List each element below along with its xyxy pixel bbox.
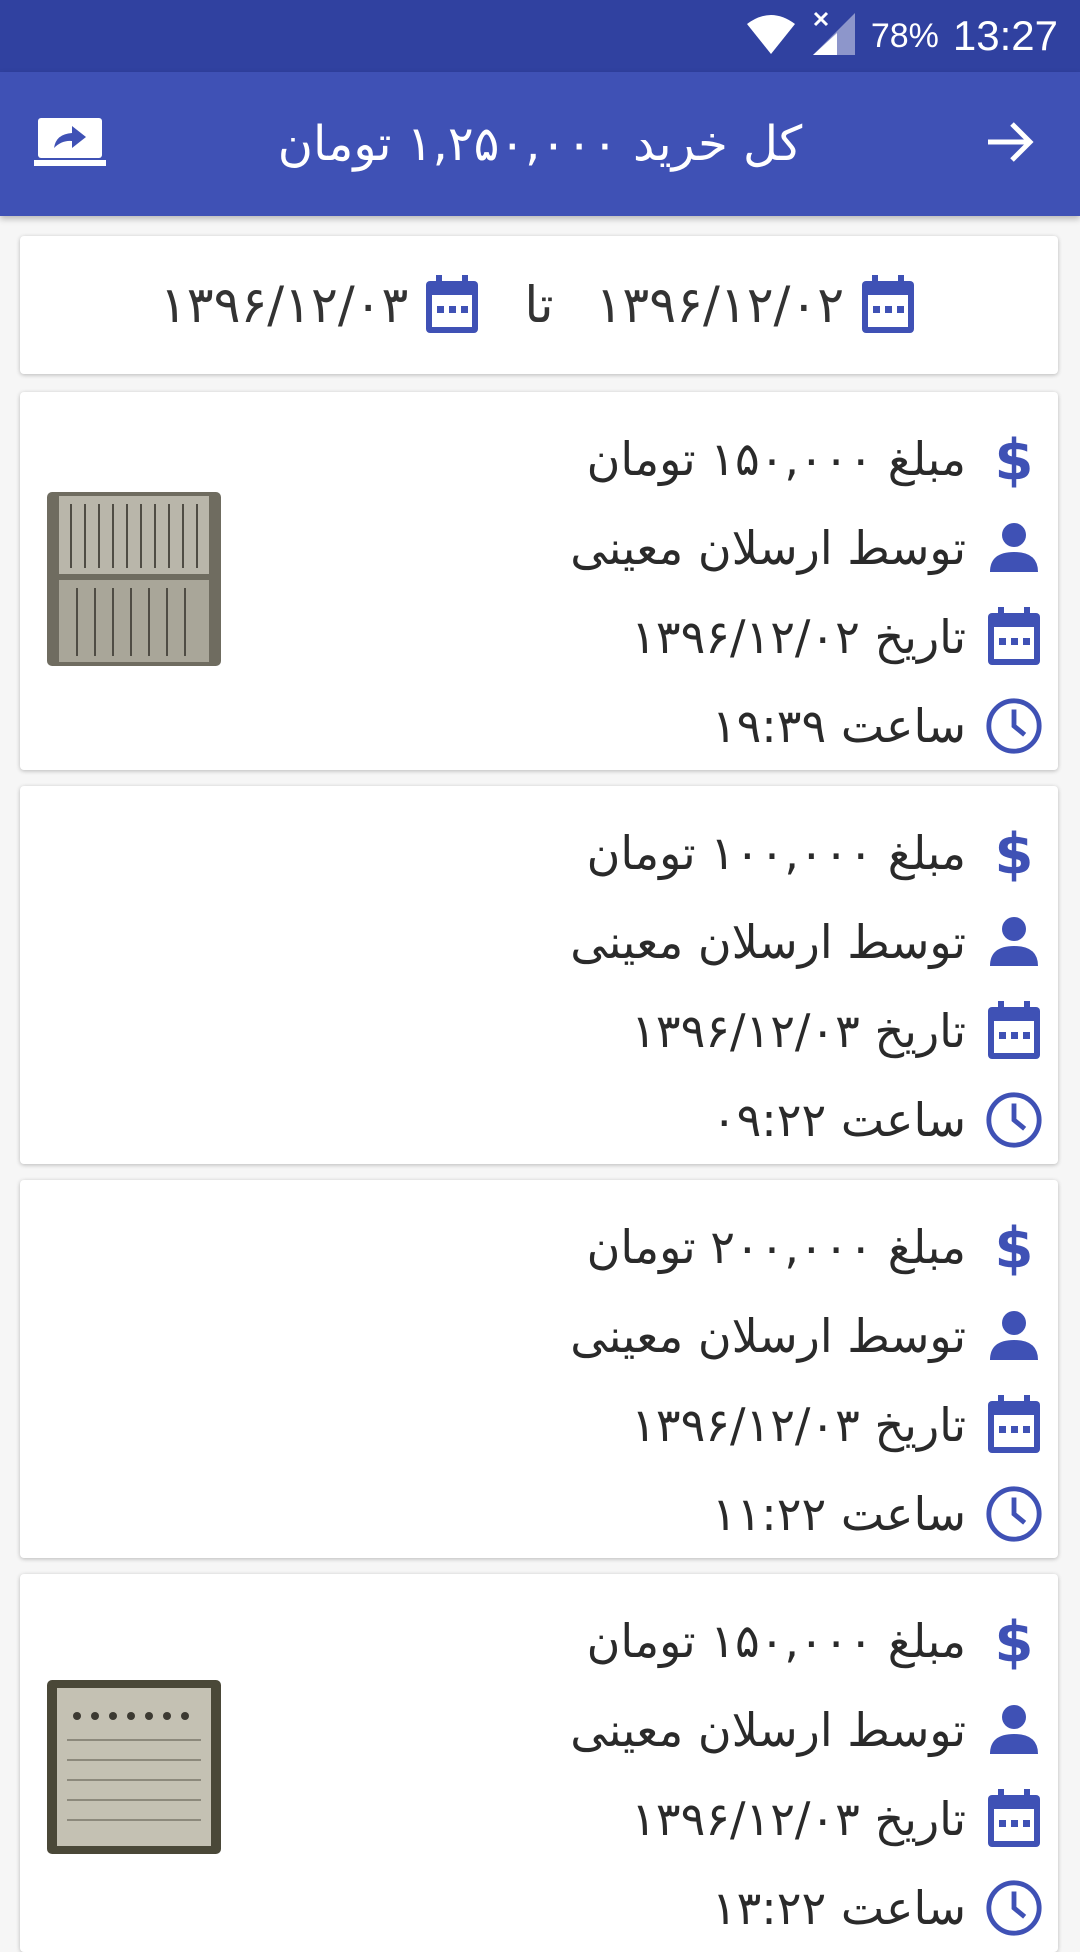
purchase-date: تاریخ ۱۳۹۶/۱۲/۰۳ bbox=[631, 1397, 966, 1452]
date-to: ۱۳۹۶/۱۲/۰۳ bbox=[159, 276, 409, 334]
purchase-amount: مبلغ ۱۰۰,۰۰۰ تومان bbox=[586, 825, 966, 880]
date-to-picker[interactable]: ۱۳۹۶/۱۲/۰۳ bbox=[160, 275, 483, 335]
battery-level: 78% bbox=[870, 16, 939, 55]
calendar-icon bbox=[984, 606, 1044, 667]
clock-icon bbox=[984, 696, 1044, 756]
purchase-buyer: توسط ارسلان معینی bbox=[570, 520, 966, 575]
purchase-date-row: تاریخ ۱۳۹۶/۱۲/۰۲ bbox=[570, 592, 1044, 681]
purchase-buyer: توسط ارسلان معینی bbox=[570, 914, 966, 969]
dollar-icon: $ bbox=[984, 1611, 1044, 1671]
purchase-card[interactable]: $ مبلغ ۱۵۰,۰۰۰ تومان توسط ارسلان معینی ت… bbox=[20, 392, 1058, 770]
back-button[interactable] bbox=[970, 108, 1050, 180]
date-range-separator: تا bbox=[524, 276, 554, 334]
app-bar: کل خرید ۱,۲۵۰,۰۰۰ تومان bbox=[0, 72, 1080, 216]
purchase-date: تاریخ ۱۳۹۶/۱۲/۰۲ bbox=[631, 609, 966, 664]
purchase-amount-row: $ مبلغ ۲۰۰,۰۰۰ تومان bbox=[570, 1202, 1044, 1291]
share-button[interactable] bbox=[30, 108, 110, 180]
clock-icon bbox=[984, 1090, 1044, 1150]
purchase-card[interactable]: $ مبلغ ۱۰۰,۰۰۰ تومان توسط ارسلان معینی ت… bbox=[20, 786, 1058, 1164]
dollar-icon: $ bbox=[984, 823, 1044, 883]
person-icon bbox=[984, 912, 1044, 972]
purchase-amount-row: $ مبلغ ۱۰۰,۰۰۰ تومان bbox=[570, 808, 1044, 897]
person-icon bbox=[984, 518, 1044, 578]
purchase-buyer: توسط ارسلان معینی bbox=[570, 1702, 966, 1757]
purchase-date: تاریخ ۱۳۹۶/۱۲/۰۳ bbox=[631, 1003, 966, 1058]
page-title: کل خرید ۱,۲۵۰,۰۰۰ تومان bbox=[277, 116, 803, 172]
receipt-thumbnail[interactable] bbox=[47, 492, 221, 666]
date-from-picker[interactable]: ۱۳۹۶/۱۲/۰۲ bbox=[596, 275, 919, 335]
date-range-filter: ۱۳۹۶/۱۲/۰۲ تا ۱۳۹۶/۱۲/۰۳ bbox=[20, 236, 1058, 374]
svg-text:$: $ bbox=[995, 1217, 1034, 1277]
receipt-thumbnail[interactable] bbox=[47, 1680, 221, 1854]
purchase-amount-row: $ مبلغ ۱۵۰,۰۰۰ تومان bbox=[570, 414, 1044, 503]
person-icon bbox=[984, 1306, 1044, 1366]
clock-icon bbox=[984, 1484, 1044, 1544]
purchase-card[interactable]: $ مبلغ ۲۰۰,۰۰۰ تومان توسط ارسلان معینی ت… bbox=[20, 1180, 1058, 1558]
signal-icon bbox=[811, 11, 857, 61]
wifi-icon bbox=[745, 12, 797, 60]
calendar-icon bbox=[984, 1394, 1044, 1455]
calendar-icon bbox=[984, 1788, 1044, 1849]
purchase-time-row: ساعت ۱۳:۲۲ bbox=[570, 1863, 1044, 1952]
purchase-date: تاریخ ۱۳۹۶/۱۲/۰۳ bbox=[631, 1791, 966, 1846]
svg-text:$: $ bbox=[995, 823, 1034, 883]
purchase-date-row: تاریخ ۱۳۹۶/۱۲/۰۳ bbox=[570, 1380, 1044, 1469]
arrow-right-icon bbox=[984, 118, 1036, 170]
purchase-details: $ مبلغ ۱۰۰,۰۰۰ تومان توسط ارسلان معینی ت… bbox=[570, 808, 1044, 1164]
purchase-time-row: ساعت ۱۱:۲۲ bbox=[570, 1469, 1044, 1558]
dollar-icon: $ bbox=[984, 1217, 1044, 1277]
purchase-date-row: تاریخ ۱۳۹۶/۱۲/۰۳ bbox=[570, 986, 1044, 1075]
purchase-details: $ مبلغ ۱۵۰,۰۰۰ تومان توسط ارسلان معینی ت… bbox=[570, 1596, 1044, 1952]
svg-text:$: $ bbox=[995, 1611, 1034, 1671]
svg-text:$: $ bbox=[995, 429, 1034, 489]
purchase-buyer-row: توسط ارسلان معینی bbox=[570, 503, 1044, 592]
clock-icon bbox=[984, 1878, 1044, 1938]
calendar-icon bbox=[858, 275, 918, 335]
purchase-time: ساعت ۰۹:۲۲ bbox=[711, 1092, 966, 1147]
date-from: ۱۳۹۶/۱۲/۰۲ bbox=[595, 276, 845, 334]
purchase-time: ساعت ۱۱:۲۲ bbox=[711, 1486, 966, 1541]
purchase-time: ساعت ۱۳:۲۲ bbox=[711, 1880, 966, 1935]
status-icons: 78% 13:27 bbox=[745, 0, 1058, 72]
purchase-time-row: ساعت ۱۹:۳۹ bbox=[570, 681, 1044, 770]
status-bar: 78% 13:27 bbox=[0, 0, 1080, 72]
purchase-details: $ مبلغ ۱۵۰,۰۰۰ تومان توسط ارسلان معینی ت… bbox=[570, 414, 1044, 770]
purchase-amount: مبلغ ۱۵۰,۰۰۰ تومان bbox=[586, 1613, 966, 1668]
purchase-time-row: ساعت ۰۹:۲۲ bbox=[570, 1075, 1044, 1164]
dollar-icon: $ bbox=[984, 429, 1044, 489]
purchase-amount: مبلغ ۲۰۰,۰۰۰ تومان bbox=[586, 1219, 966, 1274]
calendar-icon bbox=[984, 1000, 1044, 1061]
status-clock: 13:27 bbox=[952, 12, 1058, 59]
purchase-buyer-row: توسط ارسلان معینی bbox=[570, 1685, 1044, 1774]
purchase-buyer-row: توسط ارسلان معینی bbox=[570, 897, 1044, 986]
share-icon bbox=[34, 116, 106, 172]
person-icon bbox=[984, 1700, 1044, 1760]
purchase-buyer-row: توسط ارسلان معینی bbox=[570, 1291, 1044, 1380]
calendar-icon bbox=[422, 275, 482, 335]
purchase-time: ساعت ۱۹:۳۹ bbox=[711, 698, 966, 753]
purchase-details: $ مبلغ ۲۰۰,۰۰۰ تومان توسط ارسلان معینی ت… bbox=[570, 1202, 1044, 1558]
purchase-amount-row: $ مبلغ ۱۵۰,۰۰۰ تومان bbox=[570, 1596, 1044, 1685]
purchase-buyer: توسط ارسلان معینی bbox=[570, 1308, 966, 1363]
purchase-date-row: تاریخ ۱۳۹۶/۱۲/۰۳ bbox=[570, 1774, 1044, 1863]
purchase-amount: مبلغ ۱۵۰,۰۰۰ تومان bbox=[586, 431, 966, 486]
purchase-card[interactable]: $ مبلغ ۱۵۰,۰۰۰ تومان توسط ارسلان معینی ت… bbox=[20, 1574, 1058, 1952]
